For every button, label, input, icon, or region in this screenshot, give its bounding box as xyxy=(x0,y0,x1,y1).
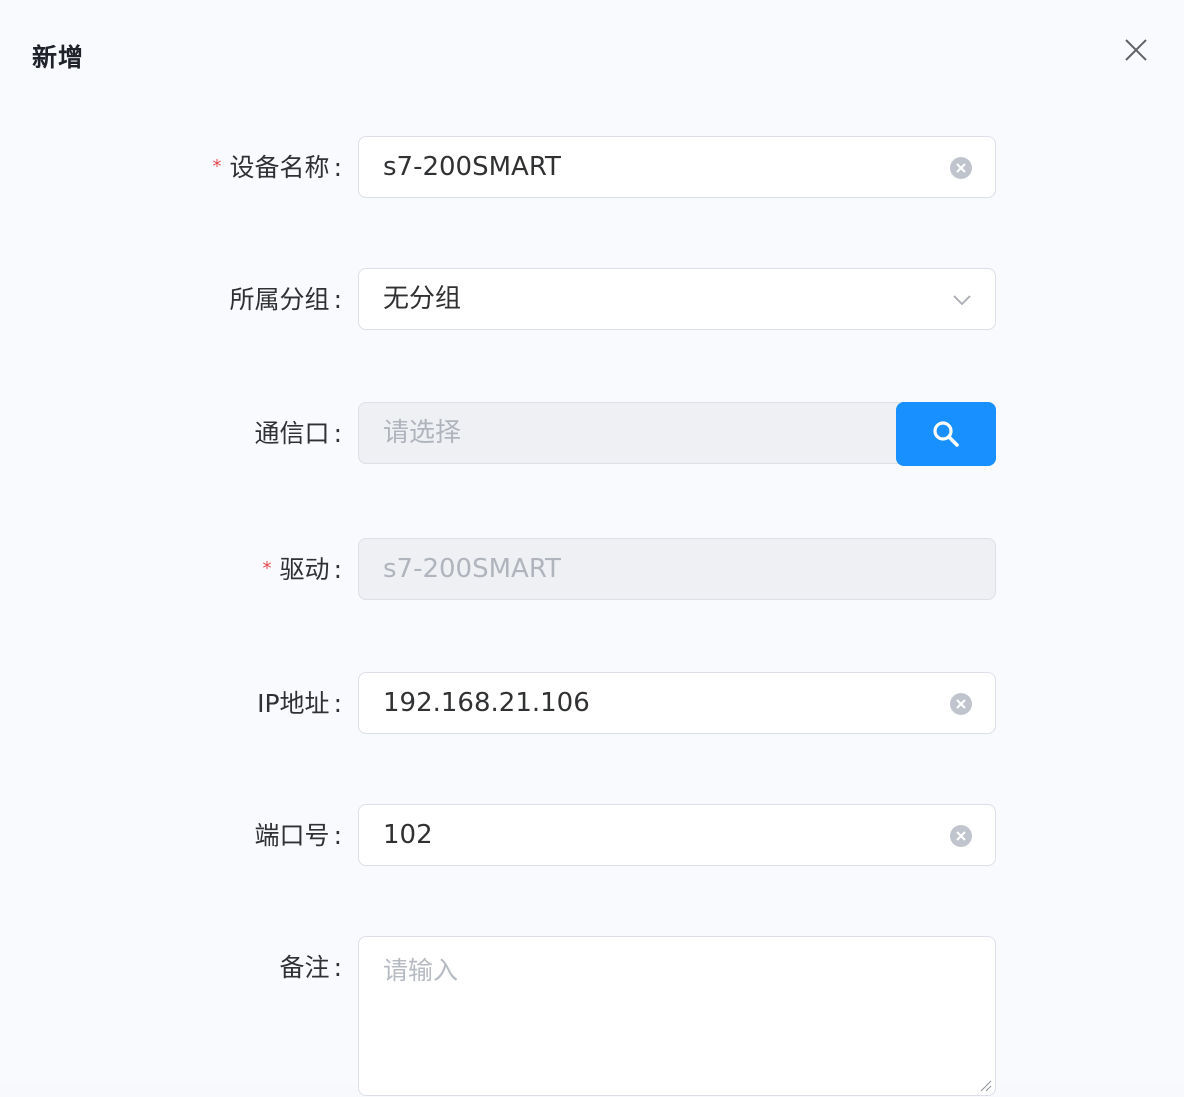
required-mark: * xyxy=(262,558,272,579)
resize-handle-icon[interactable] xyxy=(977,1077,993,1093)
required-mark: * xyxy=(212,156,222,177)
driver-value: s7-200SMART xyxy=(383,554,561,584)
ip-input[interactable]: 192.168.21.106 xyxy=(358,672,996,734)
clear-icon[interactable] xyxy=(949,156,973,180)
add-dialog: 新增 * 设备名称: s7-200SMART 所属分组: 无分组 通信口: 请… xyxy=(0,0,1184,1096)
group-select[interactable]: 无分组 xyxy=(358,268,996,330)
close-icon[interactable] xyxy=(1120,34,1152,66)
remark-placeholder: 请输入 xyxy=(383,956,459,985)
comm-port-placeholder: 请选择 xyxy=(383,418,462,448)
group-value: 无分组 xyxy=(383,284,462,314)
device-name-label: * 设备名称: xyxy=(212,153,342,182)
port-number-input[interactable]: 102 xyxy=(358,804,996,866)
device-name-value: s7-200SMART xyxy=(383,152,561,182)
driver-label: * 驱动: xyxy=(262,555,342,584)
search-icon xyxy=(933,421,959,447)
clear-icon[interactable] xyxy=(949,692,973,716)
group-label: 所属分组: xyxy=(229,285,342,314)
device-name-input[interactable]: s7-200SMART xyxy=(358,136,996,198)
chevron-down-icon xyxy=(951,289,973,311)
search-button[interactable] xyxy=(896,402,996,466)
ip-value: 192.168.21.106 xyxy=(383,688,590,718)
dialog-title: 新增 xyxy=(32,43,85,72)
comm-port-input[interactable]: 请选择 xyxy=(358,402,996,466)
port-number-value: 102 xyxy=(383,820,433,850)
remark-label: 备注: xyxy=(279,953,342,982)
driver-input: s7-200SMART xyxy=(358,538,996,600)
ip-label: IP地址: xyxy=(257,689,342,718)
port-number-label: 端口号: xyxy=(254,821,342,850)
remark-textarea[interactable]: 请输入 xyxy=(358,936,996,1096)
comm-port-label: 通信口: xyxy=(254,419,342,448)
clear-icon[interactable] xyxy=(949,824,973,848)
